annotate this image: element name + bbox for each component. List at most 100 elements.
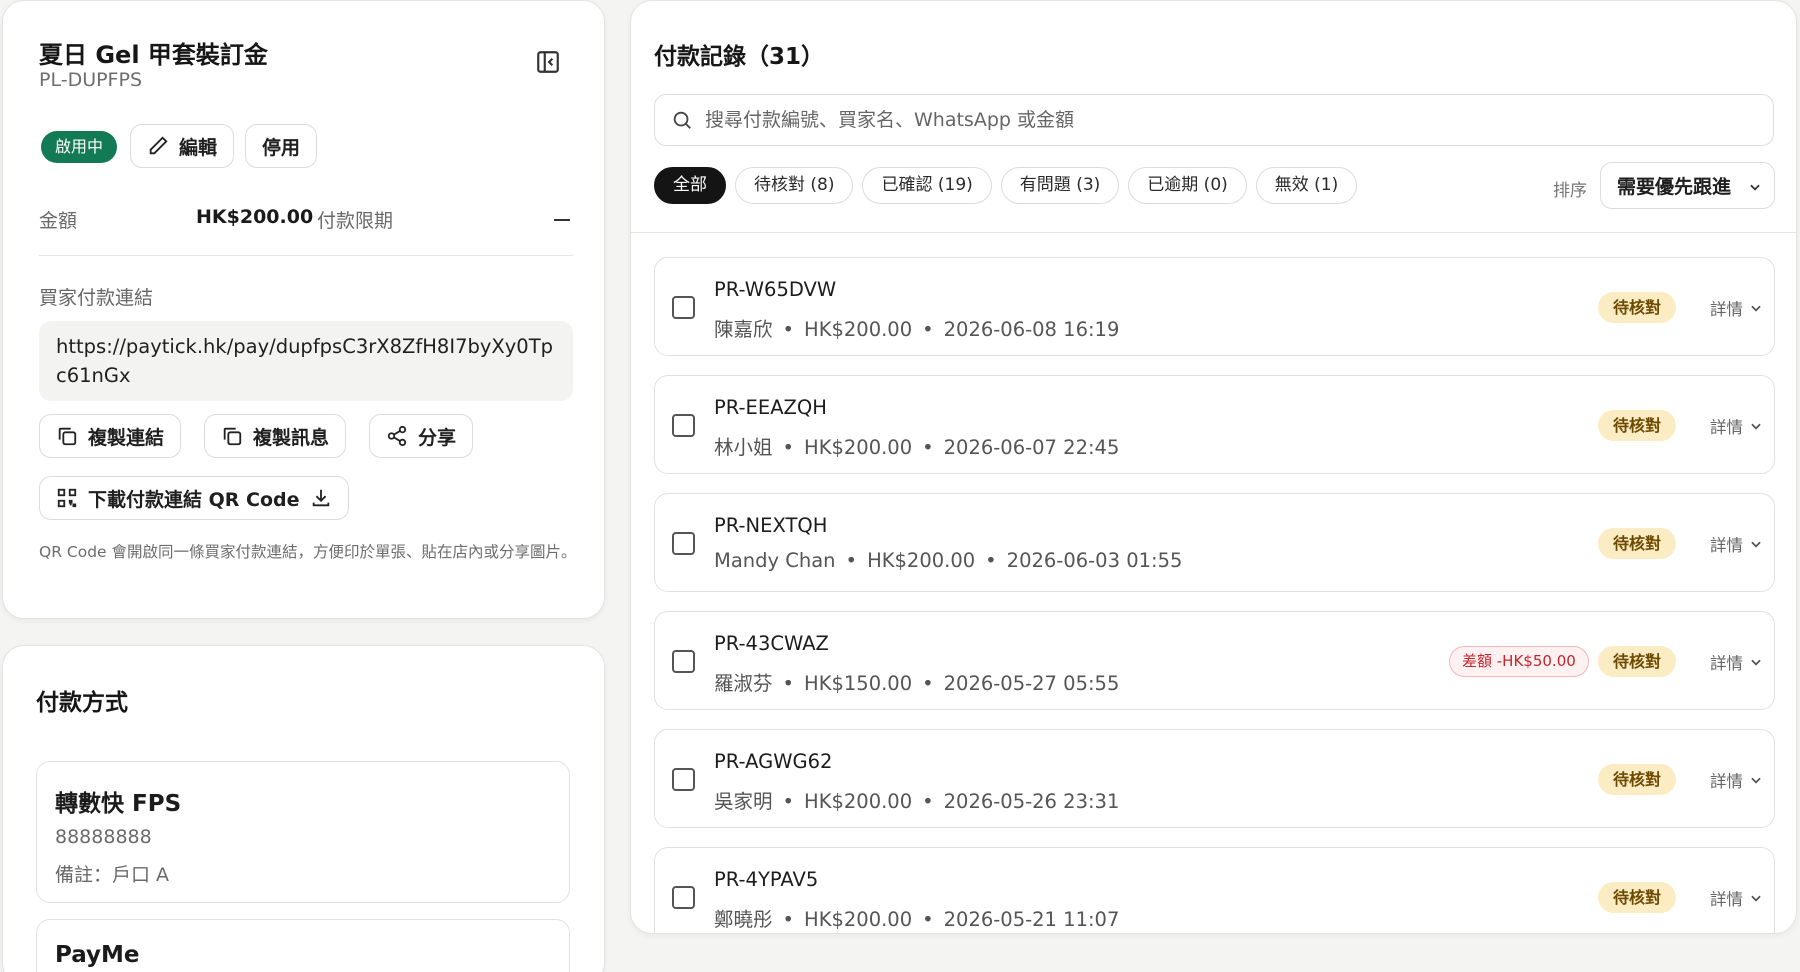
payment-method-name: 轉數快 FPS [55, 791, 182, 817]
page-title: 夏日 Gel 甲套裝訂金 [39, 41, 268, 69]
chevron-down-icon [1750, 184, 1760, 191]
deadline-label: 付款限期 [317, 210, 394, 232]
row-checkbox[interactable] [672, 296, 695, 319]
record-id: PR-EEAZQH [714, 396, 827, 419]
status-badge: 待核對 [1598, 646, 1677, 677]
copy-link-label: 複製連結 [88, 426, 165, 449]
filter-chip-invalid[interactable]: 無效 (1) [1255, 167, 1358, 204]
details-toggle[interactable]: 詳情 [1710, 886, 1763, 910]
details-label: 詳情 [1710, 772, 1743, 791]
row-checkbox[interactable] [672, 650, 695, 673]
row-checkbox[interactable] [672, 768, 695, 791]
amount-value: HK$200.00 [196, 206, 314, 228]
payment-record-row[interactable]: PR-EEAZQH 林小姐 • HK$200.00 • 2026-06-07 22:45… [654, 375, 1775, 474]
payment-method-payme[interactable]: PayMe [36, 919, 570, 972]
record-id: PR-W65DVW [714, 278, 837, 301]
status-badge: 待核對 [1598, 410, 1677, 441]
copy-message-label: 複製訊息 [253, 426, 330, 449]
chevron-down-icon [1751, 305, 1761, 312]
record-time: 2026-06-08 16:19 [943, 318, 1120, 341]
payment-method-account: 88888888 [55, 826, 152, 848]
search-box[interactable] [654, 94, 1774, 146]
copy-message-button[interactable]: 複製訊息 [204, 414, 347, 458]
payment-method-name: PayMe [55, 942, 140, 968]
details-toggle[interactable]: 詳情 [1710, 768, 1763, 792]
chevron-down-icon [1751, 423, 1761, 430]
filter-chip-overdue[interactable]: 已逾期 (0) [1128, 167, 1247, 204]
qr-code-icon [57, 488, 77, 508]
sort-value: 需要優先跟進 [1617, 176, 1732, 198]
payment-record-row[interactable]: PR-AGWG62 吳家明 • HK$200.00 • 2026-05-26 23:31… [654, 729, 1775, 828]
row-checkbox[interactable] [672, 886, 695, 909]
payment-record-row[interactable]: PR-43CWAZ 羅淑芬 • HK$150.00 • 2026-05-27 05:55… [654, 611, 1775, 710]
record-id: PR-AGWG62 [714, 750, 833, 773]
record-meta: 羅淑芬 • HK$150.00 • 2026-05-27 05:55 [714, 672, 1120, 695]
record-amount: HK$200.00 [804, 908, 913, 931]
record-buyer: 林小姐 [714, 436, 773, 459]
share-icon [387, 425, 407, 447]
divider [39, 255, 573, 256]
copy-link-button[interactable]: 複製連結 [39, 414, 182, 458]
buyer-link-label: 買家付款連結 [39, 287, 154, 309]
record-buyer: 陳嘉欣 [714, 318, 773, 341]
details-label: 詳情 [1710, 890, 1743, 909]
details-label: 詳情 [1710, 536, 1743, 555]
record-amount: HK$200.00 [804, 318, 913, 341]
record-id: PR-4YPAV5 [714, 868, 819, 891]
payment-record-row[interactable]: PR-4YPAV5 鄭曉彤 • HK$200.00 • 2026-05-21 11:07… [654, 847, 1775, 933]
payment-method-fps[interactable]: 轉數快 FPS 88888888 備註：戶口 A [36, 761, 570, 903]
record-meta: 陳嘉欣 • HK$200.00 • 2026-06-08 16:19 [714, 318, 1120, 341]
copy-icon [58, 427, 77, 446]
filter-chip-confirmed[interactable]: 已確認 (19) [862, 167, 992, 204]
filter-chip-all[interactable]: 全部 [654, 167, 726, 204]
difference-badge: 差額 -HK$50.00 [1449, 646, 1589, 677]
record-meta: 吳家明 • HK$200.00 • 2026-05-26 23:31 [714, 790, 1120, 813]
disable-button[interactable]: 停用 [245, 124, 318, 168]
details-toggle[interactable]: 詳情 [1710, 414, 1763, 438]
chevron-down-icon [1751, 777, 1761, 784]
filter-chip-issue[interactable]: 有問題 (3) [1000, 167, 1120, 204]
qr-hint-text: QR Code 會開啟同一條買家付款連結，方便印於單張、貼在店內或分享圖片。 [39, 543, 577, 561]
share-button[interactable]: 分享 [369, 414, 474, 458]
record-id: PR-NEXTQH [714, 514, 828, 537]
row-checkbox[interactable] [672, 414, 695, 437]
disable-label: 停用 [262, 136, 301, 159]
chevron-down-icon [1751, 659, 1761, 666]
record-meta: Mandy Chan • HK$200.00 • 2026-06-03 01:55 [714, 549, 1183, 572]
share-label: 分享 [418, 426, 457, 449]
search-icon [673, 111, 691, 129]
status-badge: 待核對 [1598, 292, 1677, 323]
download-icon [312, 489, 329, 507]
record-buyer: 鄭曉彤 [714, 908, 773, 931]
sort-select[interactable]: 需要優先跟進 [1600, 162, 1775, 209]
records-title: 付款記錄（31） [654, 44, 825, 70]
status-badge: 待核對 [1598, 528, 1677, 559]
filter-chip-pending[interactable]: 待核對 (8) [735, 167, 854, 204]
record-amount: HK$200.00 [804, 790, 913, 813]
collapse-sidebar-icon[interactable] [535, 49, 561, 75]
record-amount: HK$200.00 [804, 436, 913, 459]
payment-record-row[interactable]: PR-W65DVW 陳嘉欣 • HK$200.00 • 2026-06-08 16:19… [654, 257, 1775, 356]
pencil-icon [149, 136, 168, 155]
amount-label: 金額 [39, 210, 78, 232]
filter-tabs: 全部 待核對 (8) 已確認 (19) 有問題 (3) 已逾期 (0) 無效 (… [654, 167, 1358, 204]
payment-methods-title: 付款方式 [36, 690, 128, 716]
buyer-link-url[interactable]: https://paytick.hk/pay/dupfpsC3rX8ZfH8I7… [39, 321, 573, 401]
divider [631, 232, 1796, 233]
details-label: 詳情 [1710, 418, 1743, 437]
record-time: 2026-05-26 23:31 [943, 790, 1120, 813]
details-toggle[interactable]: 詳情 [1710, 296, 1763, 320]
details-toggle[interactable]: 詳情 [1710, 532, 1763, 556]
sort-label: 排序 [1553, 181, 1587, 201]
payment-record-row[interactable]: PR-NEXTQH Mandy Chan • HK$200.00 • 2026-06-0… [654, 493, 1775, 592]
row-checkbox[interactable] [672, 532, 695, 555]
details-toggle[interactable]: 詳情 [1710, 650, 1763, 674]
deadline-empty-dash [554, 219, 570, 221]
edit-button[interactable]: 編輯 [130, 124, 235, 168]
record-meta: 鄭曉彤 • HK$200.00 • 2026-05-21 11:07 [714, 908, 1120, 931]
download-qr-button[interactable]: 下載付款連結 QR Code [39, 476, 349, 520]
search-input[interactable] [705, 109, 1745, 131]
record-time: 2026-05-21 11:07 [943, 908, 1120, 931]
details-label: 詳情 [1710, 300, 1743, 319]
link-code: PL-DUPFPS [39, 69, 143, 91]
